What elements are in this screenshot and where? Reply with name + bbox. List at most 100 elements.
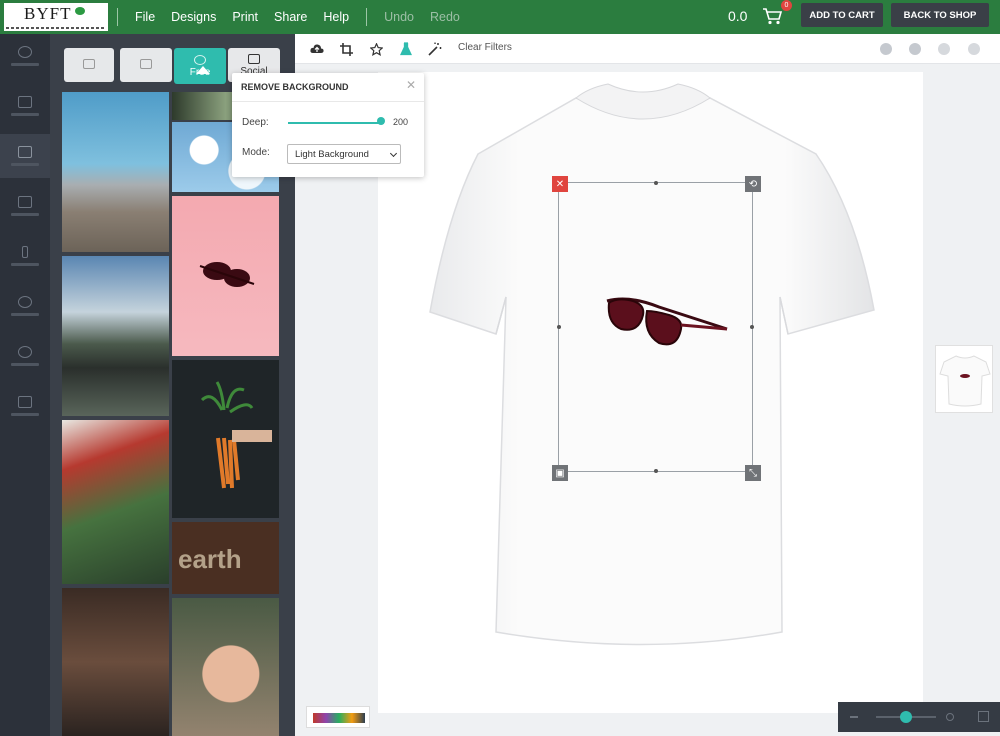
rail-item-shapes[interactable] (0, 184, 50, 228)
close-icon[interactable]: ✕ (406, 78, 416, 92)
selected-image-box[interactable]: ✕ ⟲ ▣ ⤡ (552, 176, 761, 481)
mode-select-value: Light Background (295, 149, 369, 160)
image-thumb-portrait[interactable] (172, 598, 279, 736)
rotate-icon[interactable]: ⟲ (745, 176, 761, 192)
color-swatches (313, 713, 365, 723)
cart-count-badge: 0 (781, 0, 792, 11)
clear-filters-button[interactable]: Clear Filters (458, 42, 512, 53)
fullscreen-icon[interactable] (978, 711, 989, 722)
remove-background-popup: REMOVE BACKGROUND ✕ Deep: 200 Mode: Ligh… (232, 73, 424, 177)
menu-file[interactable]: File (135, 10, 155, 24)
rail-label (11, 313, 39, 316)
delete-object-icon[interactable]: ✕ (552, 176, 568, 192)
image-toolbar: Clear Filters (295, 34, 1000, 64)
rail-item-layers[interactable] (0, 334, 50, 378)
chevron-down-icon (389, 149, 398, 158)
mode-label: Mode: (242, 147, 270, 158)
undo-button[interactable]: Undo (384, 10, 414, 24)
resize-handle-bottom[interactable] (654, 469, 658, 473)
cart-icon[interactable] (762, 6, 784, 26)
product-side-thumbnail[interactable] (935, 345, 993, 413)
menu-help[interactable]: Help (323, 10, 349, 24)
zoom-plus-icon[interactable] (946, 713, 954, 721)
fullscreen-icon[interactable] (968, 43, 980, 55)
image-thumb-earth[interactable]: earth (172, 522, 279, 594)
layer-icon[interactable]: ▣ (552, 465, 568, 481)
star-icon[interactable] (368, 41, 384, 57)
menu-divider (366, 8, 368, 26)
zoom-out-icon[interactable] (880, 43, 892, 55)
template-icon (18, 46, 32, 58)
rail-item-clipart[interactable] (0, 284, 50, 328)
rail-item-images[interactable] (0, 134, 50, 178)
magic-wand-icon[interactable] (427, 41, 443, 57)
deep-slider[interactable] (288, 122, 384, 124)
popup-pointer (196, 66, 210, 74)
cloud-upload-glyph (310, 44, 324, 53)
crop-glyph (339, 42, 353, 56)
rail-item-draw[interactable] (0, 234, 50, 278)
menu-print[interactable]: Print (232, 10, 258, 24)
zoom-knob[interactable] (900, 711, 912, 723)
magic-wand-glyph (428, 42, 442, 56)
layers-icon (18, 346, 32, 358)
cloud-upload-icon[interactable] (309, 41, 325, 57)
rail-label (11, 263, 39, 266)
text-icon (18, 96, 32, 108)
globe-icon (194, 54, 206, 65)
sunglasses-photo (199, 262, 255, 287)
resize-handle-right[interactable] (750, 325, 754, 329)
rail-item-templates[interactable] (0, 34, 50, 78)
back-to-shop-button[interactable]: BACK TO SHOP (891, 3, 989, 27)
color-swatch-strip[interactable] (306, 706, 370, 728)
svg-text:earth: earth (178, 544, 242, 574)
image-thumb-carrots[interactable] (172, 360, 279, 518)
scale-icon[interactable]: ⤡ (745, 465, 761, 481)
image-icon (248, 53, 260, 64)
rail-label (11, 413, 39, 416)
crop-icon[interactable] (338, 41, 354, 57)
rail-item-edit[interactable] (0, 384, 50, 428)
tab-upload[interactable] (64, 48, 114, 82)
zoom-in-icon[interactable] (909, 43, 921, 55)
image-icon (18, 146, 32, 158)
sunglasses-image (606, 297, 728, 346)
rail-label (11, 63, 39, 66)
earth-letters-photo: earth (178, 544, 242, 574)
menu-designs[interactable]: Designs (171, 10, 216, 24)
image-thumb-drinks[interactable] (62, 588, 169, 736)
image-thumb-forest[interactable] (62, 256, 169, 416)
resize-handle-left[interactable] (557, 325, 561, 329)
deep-label: Deep: (242, 117, 269, 128)
rail-label (11, 363, 39, 366)
rail-label (11, 163, 39, 166)
brand-logo[interactable]: BYFT (4, 3, 108, 31)
pen-icon (22, 246, 28, 258)
flask-icon[interactable] (398, 41, 414, 57)
deep-slider-fill (288, 122, 380, 124)
add-to-cart-button[interactable]: ADD TO CART (801, 3, 883, 27)
zoom-control (838, 702, 1000, 732)
deep-slider-knob[interactable] (377, 117, 385, 125)
fit-screen-icon[interactable] (938, 43, 950, 55)
star-glyph (369, 42, 383, 56)
menu-divider (117, 8, 118, 26)
image-thumb-plant[interactable] (62, 420, 169, 584)
menu-share[interactable]: Share (274, 10, 307, 24)
tshirt-thumbnail (939, 355, 991, 407)
tab-my-images[interactable] (120, 48, 172, 82)
image-thumb-sunglasses[interactable] (172, 196, 279, 356)
brand-name: BYFT (24, 4, 87, 23)
popup-divider (232, 101, 424, 102)
shapes-icon (18, 196, 32, 208)
folder-icon (140, 59, 152, 69)
tool-rail (0, 34, 50, 736)
mode-select[interactable]: Light Background (287, 144, 401, 164)
rail-item-text[interactable] (0, 84, 50, 128)
image-thumb-beach[interactable] (62, 92, 169, 252)
clipart-icon (18, 296, 32, 308)
brand-tagline-graphic (6, 27, 104, 29)
resize-handle-top[interactable] (654, 181, 658, 185)
redo-button[interactable]: Redo (430, 10, 460, 24)
zoom-minus-icon[interactable] (850, 716, 858, 718)
